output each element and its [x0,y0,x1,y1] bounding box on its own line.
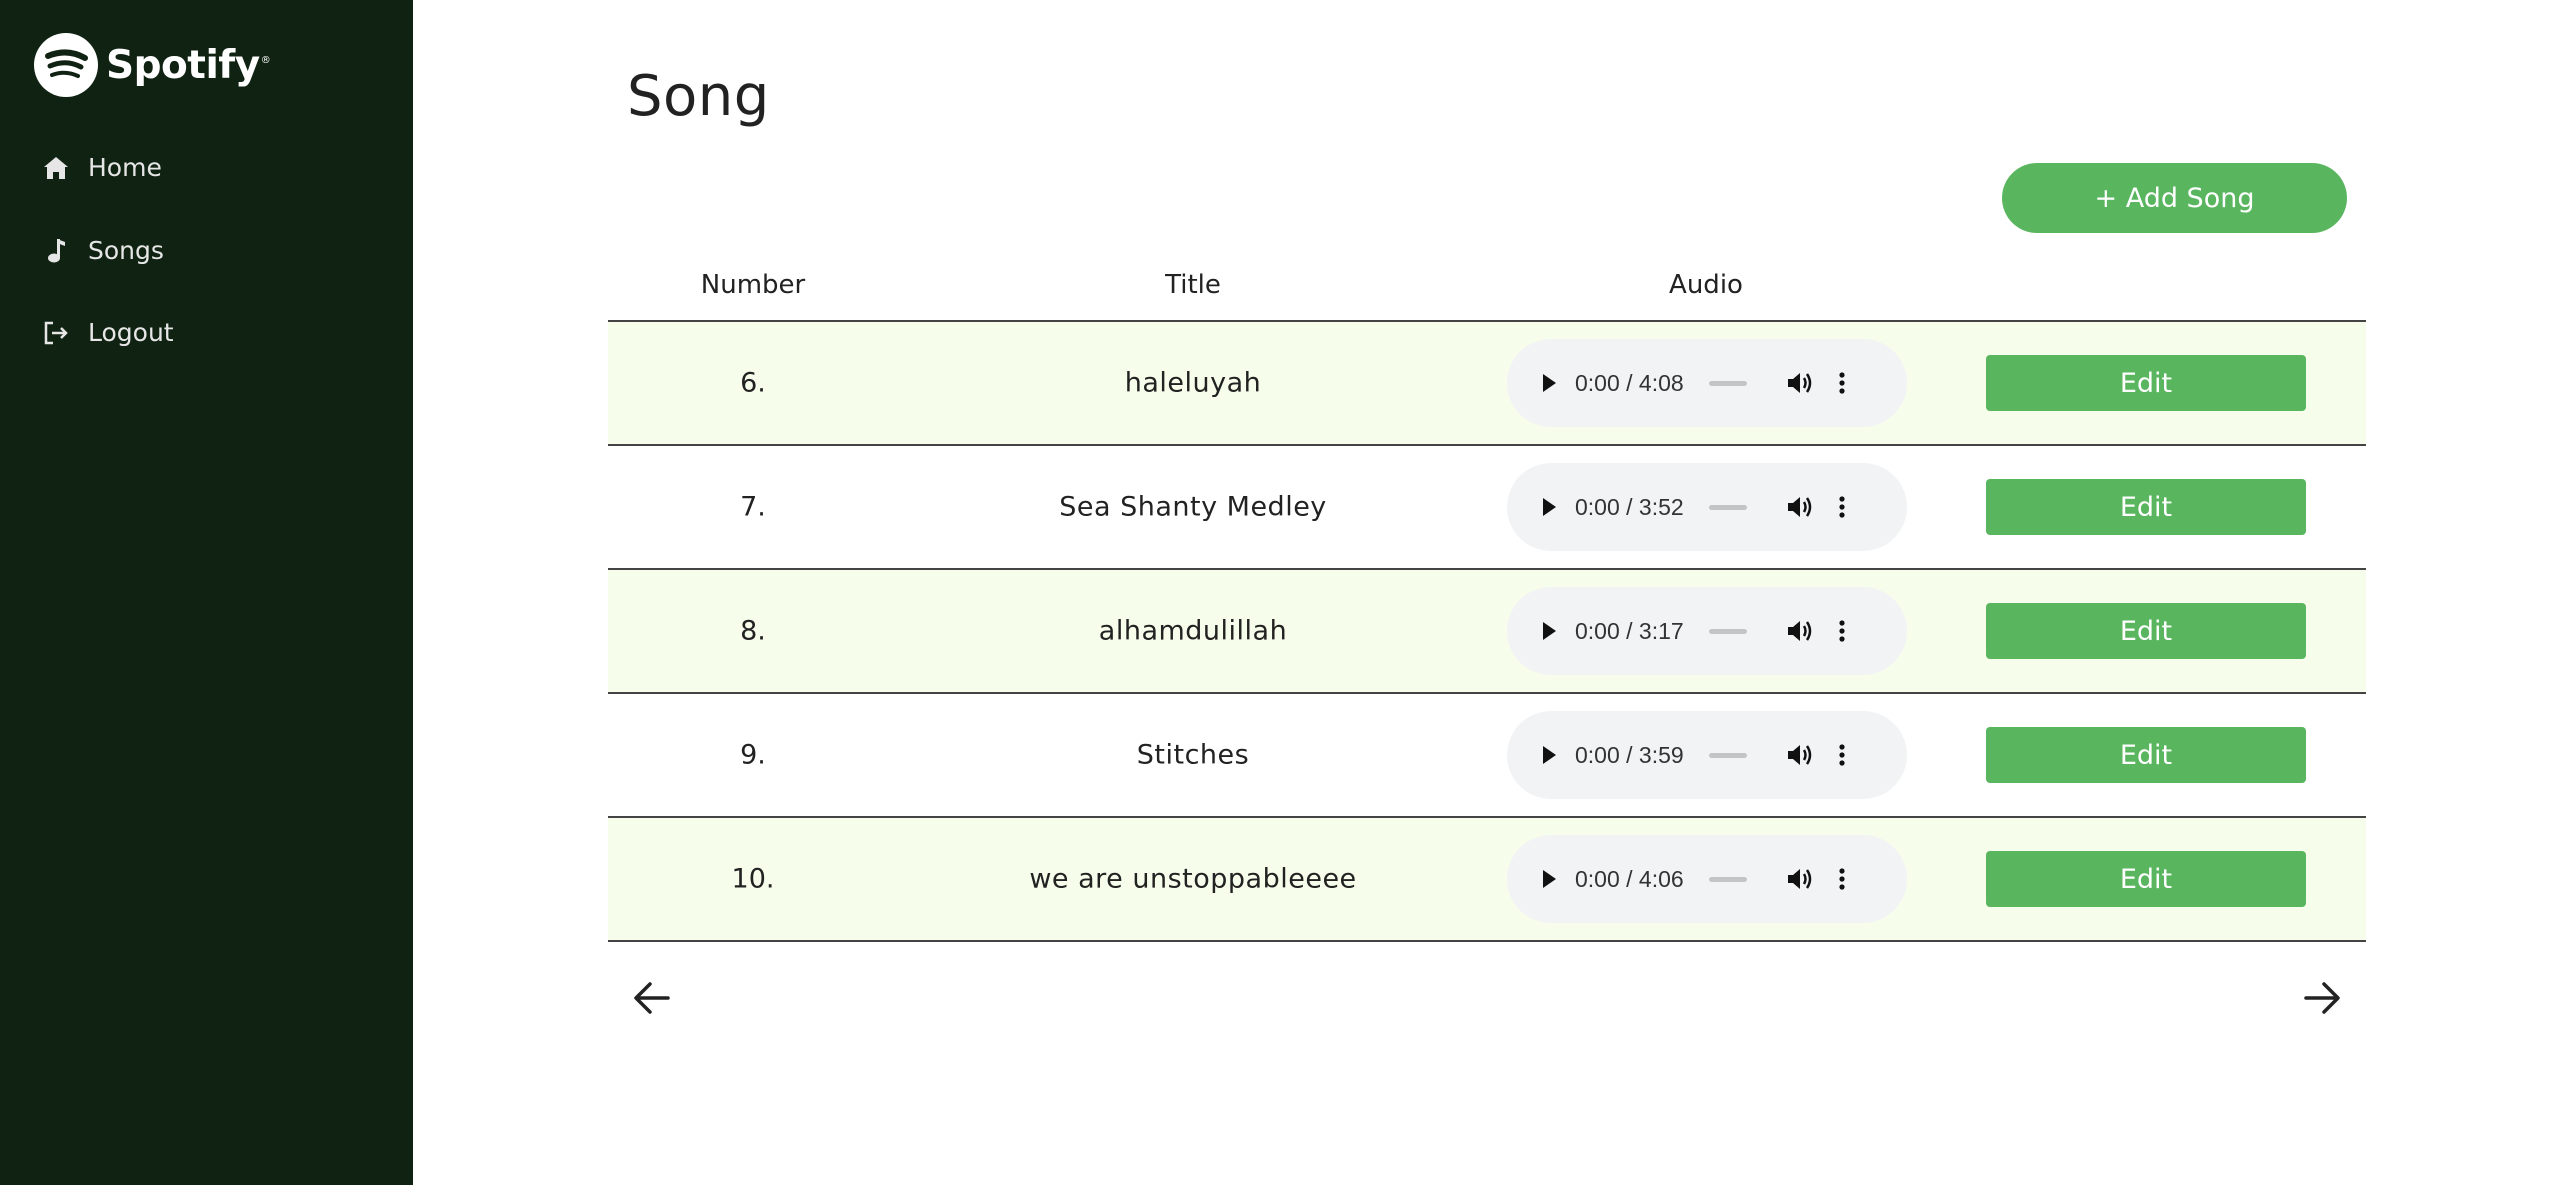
sidebar-item-label: Logout [88,318,174,347]
song-number: 9. [740,739,766,771]
volume-icon[interactable] [1785,740,1815,770]
column-header-title: Title [1165,270,1221,300]
brand-name: Spotify [106,42,260,88]
audio-seek-bar[interactable] [1708,504,1747,510]
more-options-icon[interactable] [1837,368,1847,398]
music-note-icon [42,237,70,265]
brand-trademark: ® [260,55,271,66]
table-row: 7. Sea Shanty Medley 0:00 / 3:52 Edit [608,446,2366,570]
edit-button[interactable]: Edit [1986,355,2306,411]
play-icon[interactable] [1537,867,1561,891]
column-header-number: Number [700,270,806,300]
audio-player: 0:00 / 3:59 [1507,711,1907,799]
song-title: we are unstoppableeee [1029,863,1357,895]
audio-player: 0:00 / 3:17 [1507,587,1907,675]
edit-button[interactable]: Edit [1986,727,2306,783]
sidebar-item-label: Home [88,153,162,182]
volume-icon[interactable] [1785,492,1815,522]
arrow-left-icon [632,980,672,1020]
add-song-button[interactable]: + Add Song [2002,163,2347,233]
audio-seek-bar[interactable] [1708,876,1747,882]
audio-seek-bar[interactable] [1708,628,1747,634]
audio-time: 0:00 / 3:17 [1575,617,1684,644]
volume-icon[interactable] [1785,368,1815,398]
song-number: 7. [740,491,766,523]
play-icon[interactable] [1537,619,1561,643]
more-options-icon[interactable] [1837,740,1847,770]
audio-seek-bar[interactable] [1708,752,1747,758]
song-title: Sea Shanty Medley [1059,491,1327,523]
audio-time: 0:00 / 3:52 [1575,493,1684,520]
audio-player: 0:00 / 4:08 [1507,339,1907,427]
audio-time: 0:00 / 4:08 [1575,369,1684,396]
table-row: 10. we are unstoppableeee 0:00 / 4:06 Ed… [608,818,2366,942]
arrow-right-icon [2302,980,2342,1020]
sidebar-item-home[interactable]: Home [42,153,162,182]
play-icon[interactable] [1537,743,1561,767]
song-title: haleluyah [1124,367,1262,399]
sidebar-item-label: Songs [88,236,164,265]
play-icon[interactable] [1537,495,1561,519]
volume-icon[interactable] [1785,616,1815,646]
previous-page-button[interactable] [630,980,674,1020]
edit-button[interactable]: Edit [1986,603,2306,659]
edit-button[interactable]: Edit [1986,851,2306,907]
spotify-logo-icon [34,33,98,97]
edit-button[interactable]: Edit [1986,479,2306,535]
song-number: 8. [740,615,766,647]
more-options-icon[interactable] [1837,492,1847,522]
audio-player: 0:00 / 3:52 [1507,463,1907,551]
sidebar-item-logout[interactable]: Logout [42,318,174,347]
page-title: Song [627,64,770,129]
song-number: 6. [740,367,766,399]
sidebar: Spotify ® Home Songs Logout [0,0,413,1185]
song-title: Stitches [1136,739,1250,771]
table-row: 9. Stitches 0:00 / 3:59 Edit [608,694,2366,818]
brand-logo[interactable]: Spotify ® [34,33,271,97]
audio-time: 0:00 / 3:59 [1575,741,1684,768]
home-icon [42,154,70,182]
song-number: 10. [731,863,775,895]
next-page-button[interactable] [2300,980,2344,1020]
table-header: Number Title Audio [608,250,2366,322]
audio-time: 0:00 / 4:06 [1575,865,1684,892]
more-options-icon[interactable] [1837,864,1847,894]
logout-icon [42,319,70,347]
audio-player: 0:00 / 4:06 [1507,835,1907,923]
song-title: alhamdulillah [1098,615,1288,647]
table-row: 8. alhamdulillah 0:00 / 3:17 Edit [608,570,2366,694]
sidebar-item-songs[interactable]: Songs [42,236,164,265]
audio-seek-bar[interactable] [1708,380,1747,386]
play-icon[interactable] [1537,371,1561,395]
more-options-icon[interactable] [1837,616,1847,646]
table-row: 6. haleluyah 0:00 / 4:08 Edit [608,322,2366,446]
volume-icon[interactable] [1785,864,1815,894]
column-header-audio: Audio [1669,270,1743,300]
songs-table: Number Title Audio 6. haleluyah 0:00 / 4… [608,250,2366,942]
